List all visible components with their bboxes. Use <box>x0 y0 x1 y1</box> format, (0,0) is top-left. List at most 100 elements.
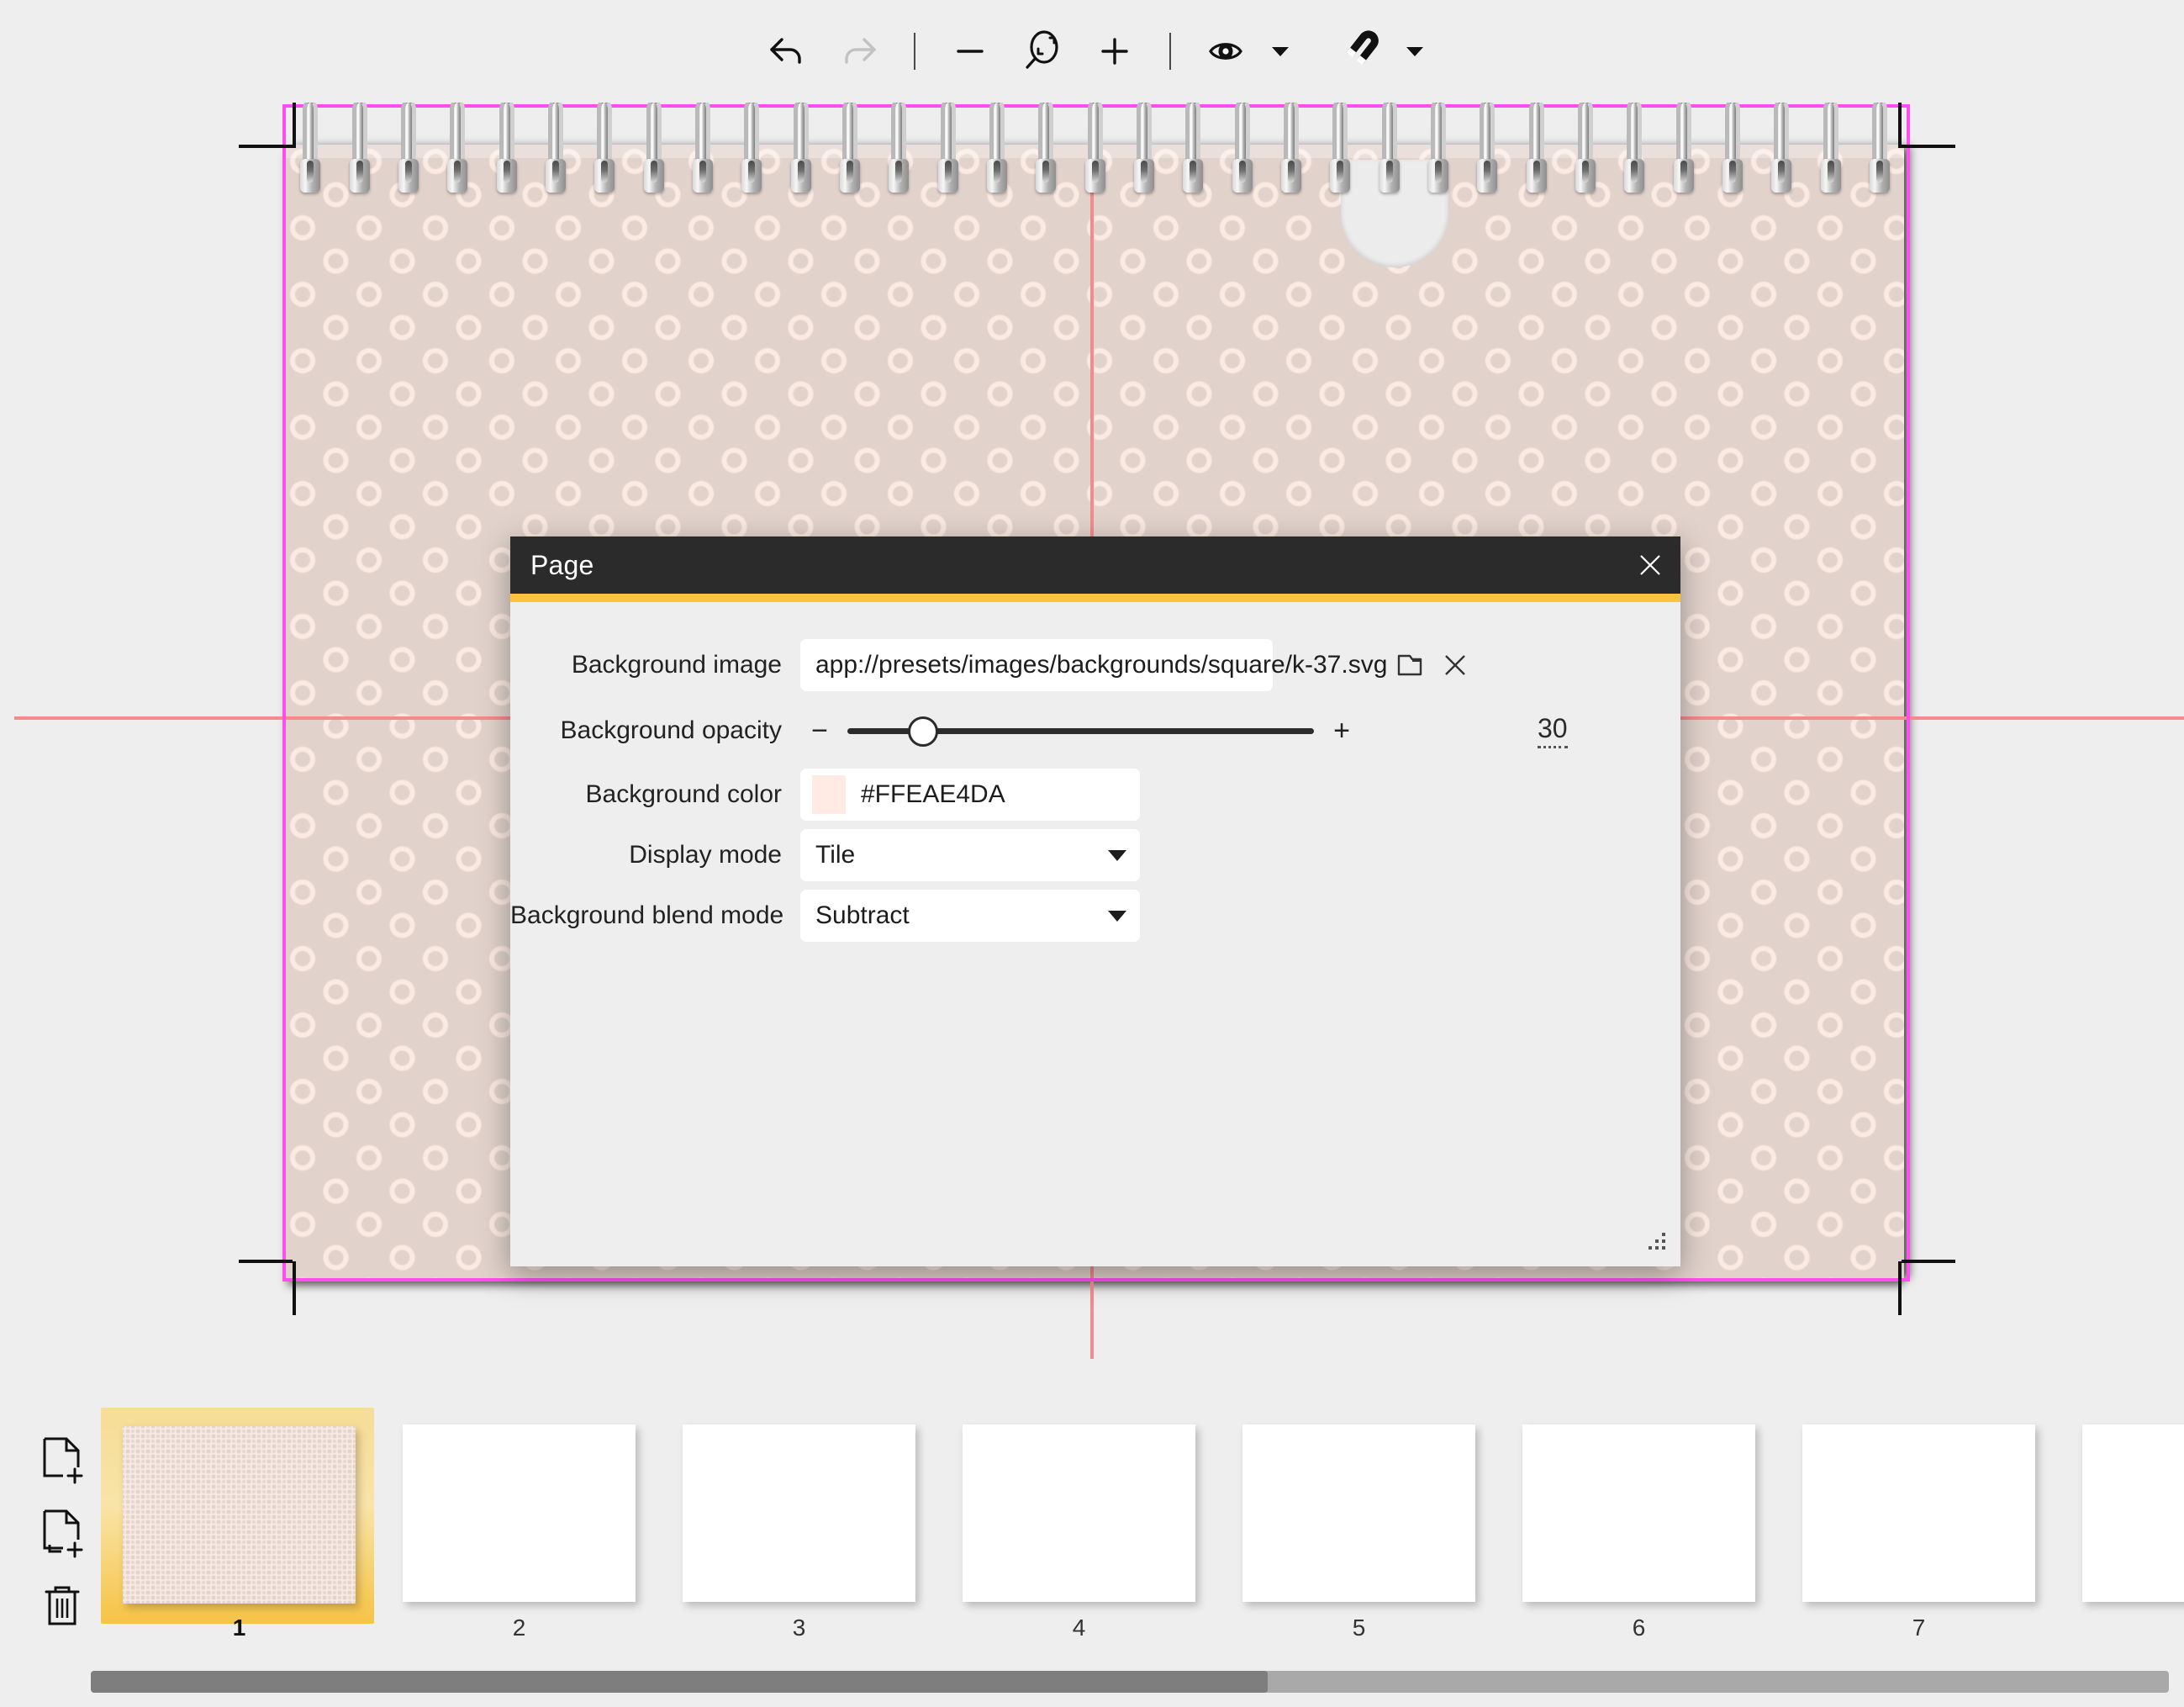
snap-dropdown[interactable] <box>1396 15 1433 87</box>
opacity-value-field[interactable]: 30 <box>1538 713 1568 748</box>
spiral-ring <box>1329 103 1351 193</box>
spiral-binding <box>286 103 1904 208</box>
field-row-background-blend-mode: Background blend mode Subtract <box>510 890 1680 942</box>
page-thumbnail[interactable]: 1 <box>99 1406 379 1650</box>
spiral-ring <box>1379 103 1401 193</box>
spiral-ring <box>986 103 1008 193</box>
spiral-ring <box>790 103 812 193</box>
background-color-input[interactable]: #FFEAE4DA <box>800 769 1140 821</box>
page-thumbnail[interactable]: 7 <box>1779 1406 2059 1650</box>
page-thumbnail-preview[interactable] <box>1242 1424 1475 1602</box>
spiral-ring <box>692 103 714 193</box>
add-page-button[interactable] <box>30 1424 94 1497</box>
chevron-down-icon <box>1108 850 1126 861</box>
zoom-in-button[interactable] <box>1079 15 1151 87</box>
background-color-value: #FFEAE4DA <box>861 780 1005 809</box>
horizontal-scrollbar[interactable] <box>91 1671 2169 1693</box>
spiral-ring <box>1820 103 1842 193</box>
duplicate-page-button[interactable] <box>30 1497 94 1569</box>
spiral-ring <box>1232 103 1253 193</box>
opacity-increase-button[interactable]: + <box>1322 716 1361 745</box>
opacity-decrease-button[interactable]: − <box>800 716 839 745</box>
background-color-swatch[interactable] <box>812 775 846 814</box>
visibility-dropdown[interactable] <box>1262 15 1299 87</box>
magnifier-fit-icon <box>1018 27 1067 76</box>
plus-icon <box>1095 32 1134 71</box>
spiral-ring <box>741 103 762 193</box>
opacity-slider[interactable] <box>847 706 1314 756</box>
spiral-ring <box>1084 103 1106 193</box>
page-thumbnail-preview[interactable] <box>1802 1424 2035 1602</box>
page-thumbnail-preview[interactable] <box>2082 1424 2184 1602</box>
undo-arrow-icon <box>765 29 809 73</box>
page-thumbnail-strip[interactable]: 12345678 <box>99 1406 2184 1650</box>
spiral-ring <box>446 103 468 193</box>
background-image-input[interactable]: app://presets/images/backgrounds/square/… <box>800 639 1273 691</box>
page-thumbnail-preview[interactable] <box>123 1426 356 1604</box>
background-color-label: Background color <box>510 780 800 809</box>
page-thumbnail-number: 7 <box>1779 1615 2059 1641</box>
delete-page-button[interactable] <box>30 1569 94 1641</box>
spiral-ring <box>1722 103 1744 193</box>
dialog-accent-bar <box>510 594 1680 602</box>
background-blend-mode-value: Subtract <box>815 901 910 930</box>
page-thumbnail[interactable]: 4 <box>939 1406 1219 1650</box>
page-thumbnail-preview[interactable] <box>1522 1424 1755 1602</box>
display-mode-value: Tile <box>815 841 855 869</box>
spiral-ring <box>1673 103 1695 193</box>
background-image-label: Background image <box>510 651 800 679</box>
spiral-ring <box>1575 103 1596 193</box>
toolbar <box>0 0 2184 103</box>
zoom-out-button[interactable] <box>934 15 1006 87</box>
crop-mark-bottom-right-h <box>1902 1260 1955 1263</box>
page-thumbnail-preview[interactable] <box>403 1424 636 1602</box>
page-thumbnail[interactable]: 2 <box>379 1406 659 1650</box>
page-thumbnail-number: 3 <box>659 1615 939 1641</box>
minus-icon <box>951 32 989 71</box>
trash-icon <box>40 1580 85 1630</box>
pages-panel: 12345678 <box>0 1398 2184 1707</box>
field-row-background-opacity: Background opacity − + 30 <box>510 700 1680 762</box>
redo-arrow-icon <box>837 29 881 73</box>
crop-mark-top-left-h <box>239 145 293 148</box>
snap-magnet-button[interactable] <box>1324 15 1396 87</box>
resize-grip-icon <box>1640 1228 1669 1256</box>
background-image-clear-button[interactable] <box>1432 642 1478 688</box>
spiral-ring <box>937 103 959 193</box>
dialog-close-button[interactable] <box>1620 536 1680 594</box>
spiral-ring <box>496 103 518 193</box>
page-thumbnail-number: 2 <box>379 1615 659 1641</box>
background-blend-mode-select[interactable]: Subtract <box>800 890 1140 942</box>
redo-button[interactable] <box>823 15 895 87</box>
spiral-ring <box>299 103 321 193</box>
page-thumbnail[interactable]: 3 <box>659 1406 939 1650</box>
dialog-title: Page <box>530 550 594 581</box>
zoom-fit-button[interactable] <box>1006 15 1079 87</box>
spiral-ring <box>1476 103 1498 193</box>
background-image-browse-button[interactable] <box>1387 642 1432 688</box>
background-image-value: app://presets/images/backgrounds/square/… <box>815 651 1387 679</box>
close-x-icon <box>1440 650 1470 680</box>
toolbar-divider-1 <box>914 33 915 70</box>
scrollbar-thumb[interactable] <box>91 1671 1268 1693</box>
page-thumbnail-preview[interactable] <box>683 1424 915 1602</box>
dialog-title-bar[interactable]: Page <box>510 536 1680 594</box>
page-thumbnail-number: 1 <box>99 1615 379 1641</box>
page-thumbnail[interactable]: 8 <box>2059 1406 2184 1650</box>
page-thumbnail-preview[interactable] <box>963 1424 1195 1602</box>
spiral-ring <box>398 103 419 193</box>
field-row-display-mode: Display mode Tile <box>510 829 1680 881</box>
spiral-ring <box>1182 103 1204 193</box>
page-add-icon <box>40 1435 85 1486</box>
page-thumbnail[interactable]: 5 <box>1219 1406 1499 1650</box>
spiral-ring <box>888 103 910 193</box>
display-mode-select[interactable]: Tile <box>800 829 1140 881</box>
visibility-button[interactable] <box>1190 15 1262 87</box>
toolbar-divider-2 <box>1169 33 1171 70</box>
spiral-ring <box>1035 103 1057 193</box>
page-thumbnail[interactable]: 6 <box>1499 1406 1779 1650</box>
dialog-resize-grip[interactable] <box>1640 1228 1669 1256</box>
opacity-slider-thumb[interactable] <box>908 716 938 747</box>
app-root: Page Background image app://presets/imag… <box>0 0 2184 1707</box>
undo-button[interactable] <box>751 15 823 87</box>
